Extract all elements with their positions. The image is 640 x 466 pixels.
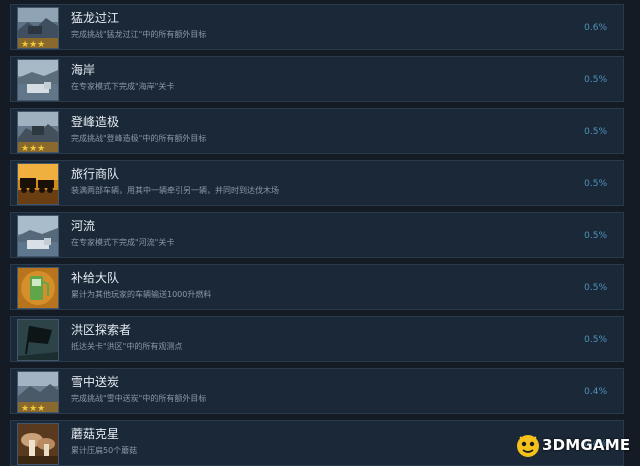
achievement-desc: 完成挑战"猛龙过江"中的所有额外目标 — [71, 30, 207, 39]
achievement-desc: 完成挑战"登峰造极"中的所有额外目标 — [71, 134, 207, 143]
flag-icon — [17, 319, 59, 361]
watermark-text: 3DMGAME — [542, 436, 631, 454]
challenge-stars-icon: ★★★ — [17, 111, 59, 153]
svg-text:★★★: ★★★ — [21, 40, 45, 48]
svg-text:★★★: ★★★ — [21, 144, 45, 152]
achievement-percent: 0.5% — [584, 75, 607, 85]
achievement-percent: 0.5% — [584, 335, 607, 345]
achievement-percent: 0.5% — [584, 127, 607, 137]
achievement-row[interactable]: 河流 在专家模式下完成"河流"关卡 0.5% — [10, 212, 624, 258]
achievement-row[interactable]: ★★★ 雪中送炭 完成挑战"雪中送炭"中的所有额外目标 0.4% — [10, 368, 624, 414]
achievement-title: 登峰造极 — [71, 115, 120, 129]
mushroom-icon — [17, 423, 59, 465]
achievement-desc: 在专家模式下完成"河流"关卡 — [71, 238, 175, 247]
achievement-row[interactable]: ★★★ 猛龙过江 完成挑战"猛龙过江"中的所有额外目标 0.6% — [10, 4, 624, 50]
svg-text:★★★: ★★★ — [21, 404, 45, 412]
achievement-title: 蘑菇克星 — [71, 427, 120, 441]
fuel-pump-icon — [17, 267, 59, 309]
achievement-desc: 累计压扁50个蘑菇 — [71, 446, 138, 455]
achievement-title: 猛龙过江 — [71, 11, 120, 25]
achievement-percent: 0.6% — [584, 23, 607, 33]
achievement-desc: 累计为其他玩家的车辆输送1000升燃料 — [71, 290, 212, 299]
achievement-row[interactable]: ★★★ 登峰造极 完成挑战"登峰造极"中的所有额外目标 0.5% — [10, 108, 624, 154]
achievement-title: 雪中送炭 — [71, 375, 120, 389]
achievement-row[interactable]: 补给大队 累计为其他玩家的车辆输送1000升燃料 0.5% — [10, 264, 624, 310]
watermark-logo-icon — [517, 435, 539, 457]
caravan-icon — [17, 163, 59, 205]
achievement-row[interactable]: 旅行商队 装满两部车辆，用其中一辆牵引另一辆，并同时到达伐木场 0.5% — [10, 160, 624, 206]
coast-truck-icon — [17, 59, 59, 101]
achievement-row[interactable]: 海岸 在专家模式下完成"海岸"关卡 0.5% — [10, 56, 624, 102]
achievement-percent: 0.5% — [584, 231, 607, 241]
achievement-desc: 完成挑战"雪中送炭"中的所有额外目标 — [71, 394, 207, 403]
challenge-stars-icon: ★★★ — [17, 371, 59, 413]
river-truck-icon — [17, 215, 59, 257]
watermark: 3DMGAME — [514, 430, 634, 462]
achievement-desc: 在专家模式下完成"海岸"关卡 — [71, 82, 175, 91]
achievement-title: 洪区探索者 — [71, 323, 132, 337]
achievement-percent: 0.5% — [584, 283, 607, 293]
challenge-stars-icon: ★★★ — [17, 7, 59, 49]
achievement-desc: 抵达关卡"洪区"中的所有观测点 — [71, 342, 183, 351]
achievement-title: 旅行商队 — [71, 167, 120, 181]
achievement-row[interactable]: 洪区探索者 抵达关卡"洪区"中的所有观测点 0.5% — [10, 316, 624, 362]
achievement-title: 河流 — [71, 219, 96, 233]
achievement-title: 补给大队 — [71, 271, 120, 285]
achievement-percent: 0.4% — [584, 387, 607, 397]
achievement-desc: 装满两部车辆，用其中一辆牵引另一辆，并同时到达伐木场 — [71, 186, 279, 195]
achievement-title: 海岸 — [71, 63, 96, 77]
achievement-percent: 0.5% — [584, 179, 607, 189]
